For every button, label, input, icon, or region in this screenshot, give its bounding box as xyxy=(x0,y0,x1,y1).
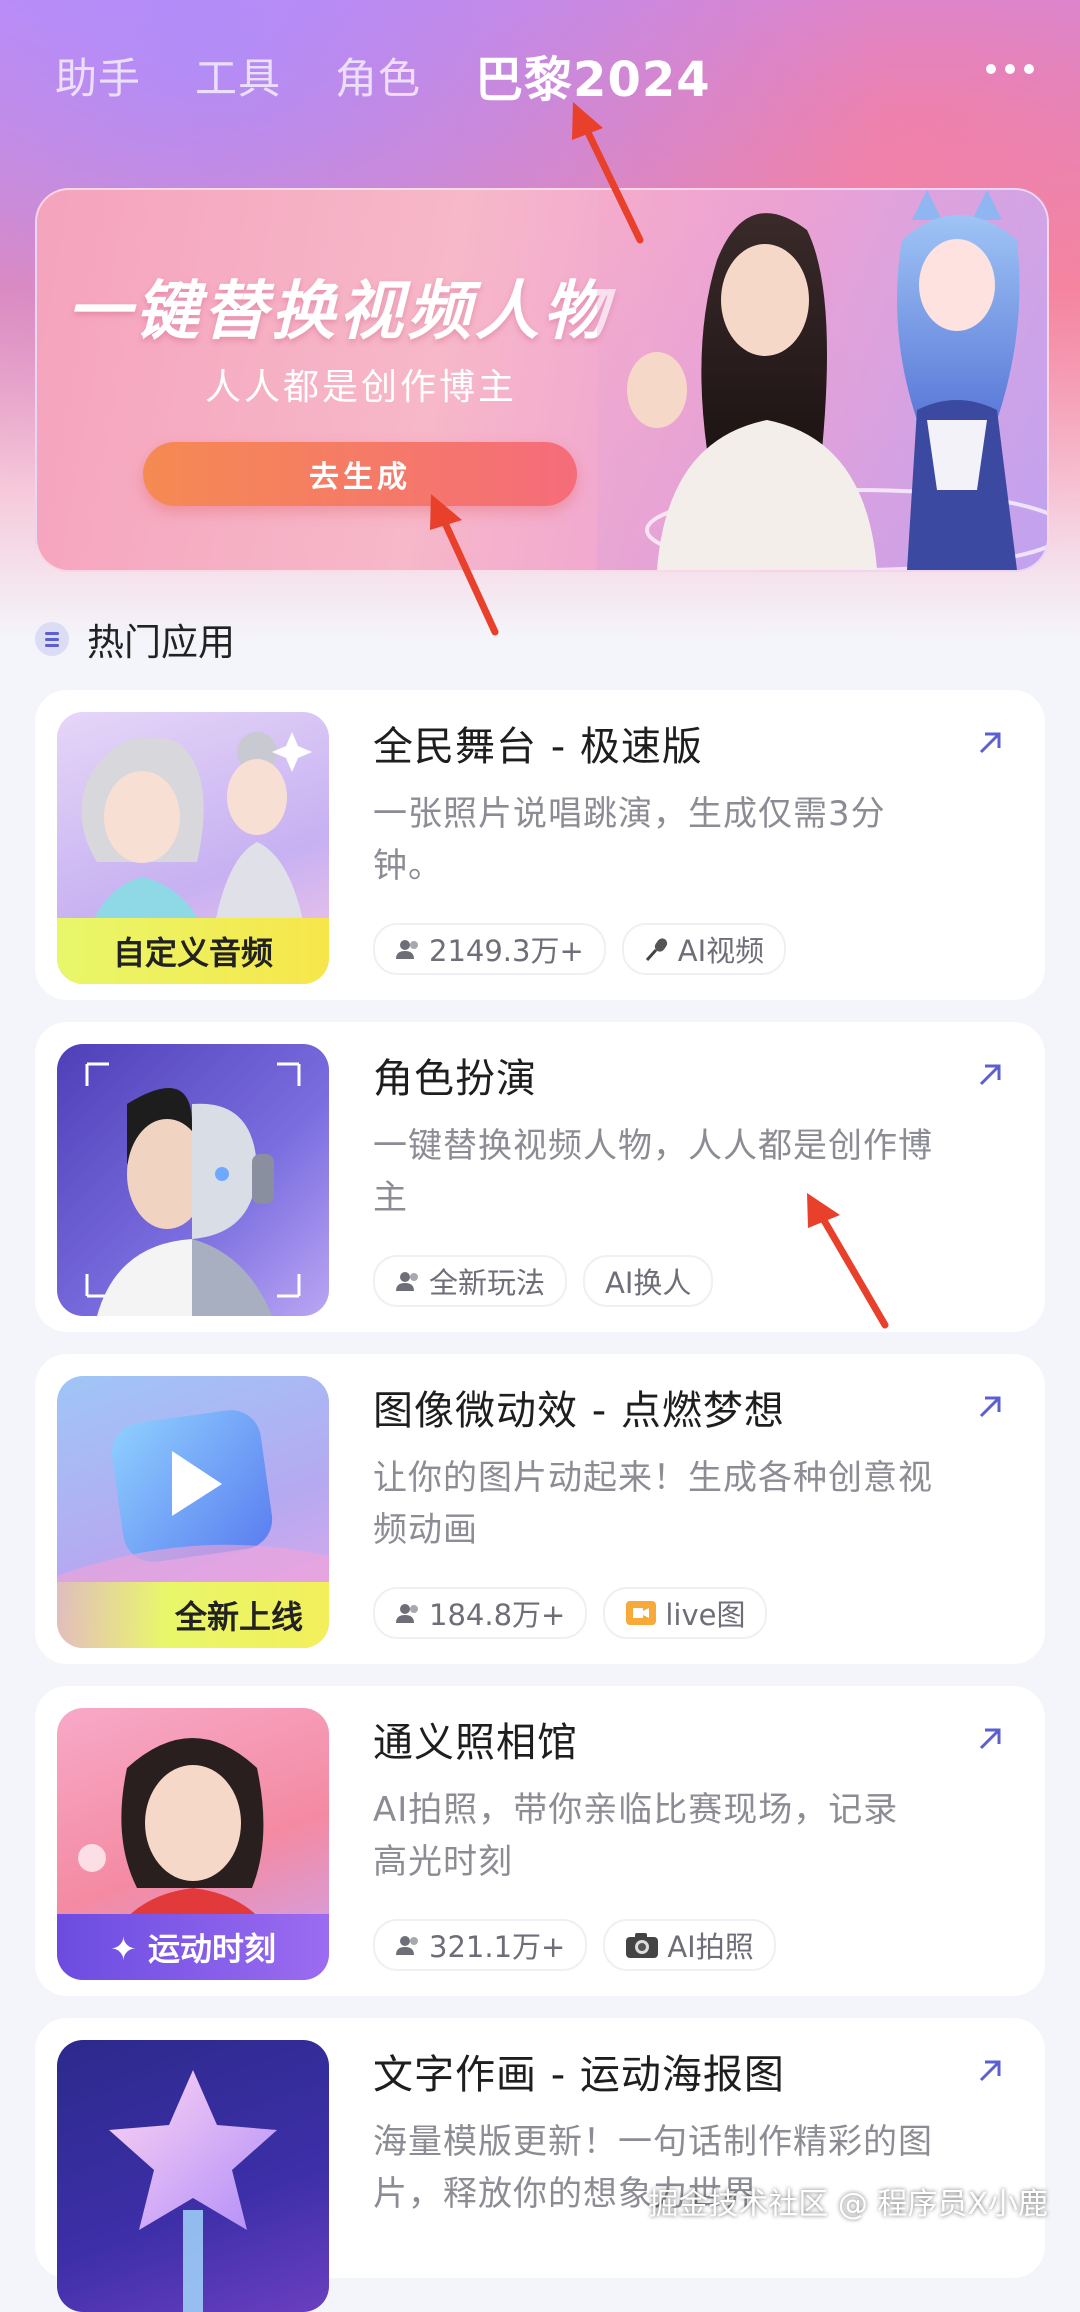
category-pill: AI视频 xyxy=(621,923,787,975)
app-title: 全民舞台 - 极速版 xyxy=(373,724,703,770)
camera-icon xyxy=(625,1931,659,1959)
section-title: 热门应用 xyxy=(87,621,235,664)
pill-text: AI换人 xyxy=(605,1266,692,1300)
app-thumbnail: ✦ 运动时刻 xyxy=(57,1708,329,1980)
list-icon xyxy=(35,622,69,656)
banner-subtitle: 人人都是创作博主 xyxy=(205,367,518,408)
open-arrow-icon[interactable] xyxy=(973,1390,1007,1424)
app-description: 一键替换视频人物，人人都是创作博主 xyxy=(373,1126,933,1218)
video-camera-icon xyxy=(625,1599,657,1627)
generate-button[interactable]: 去生成 xyxy=(143,442,577,506)
open-arrow-icon[interactable] xyxy=(973,726,1007,760)
tab-tools[interactable]: 工具 xyxy=(195,45,281,106)
app-description: 让你的图片动起来！生成各种创意视频动画 xyxy=(373,1458,933,1550)
top-tab-bar: 助手 工具 角色 巴黎2024 xyxy=(55,40,765,110)
users-icon xyxy=(395,1602,421,1624)
app-title: 通义照相馆 xyxy=(373,1720,578,1766)
app-thumbnail xyxy=(57,2040,329,2312)
app-thumbnail: 全新上线 xyxy=(57,1376,329,1648)
hot-apps-header: 热门应用 xyxy=(35,612,235,666)
more-icon[interactable] xyxy=(986,64,1034,74)
banner-illustration xyxy=(597,190,1047,570)
tab-roles[interactable]: 角色 xyxy=(335,45,421,106)
pill-text: AI拍照 xyxy=(667,1930,754,1964)
watermark: 掘金技术社区 @ 程序员X小鹿 xyxy=(648,2187,1048,2222)
app-title: 图像微动效 - 点燃梦想 xyxy=(373,1388,785,1434)
pill-text: 184.8万+ xyxy=(429,1598,566,1632)
app-thumbnail: 自定义音频 xyxy=(57,712,329,984)
feature-pill: 全新玩法 xyxy=(373,1255,568,1307)
thumb-tag: 自定义音频 xyxy=(57,918,329,984)
pill-text: live图 xyxy=(665,1598,746,1632)
banner-title: 一键替换视频人物 xyxy=(67,275,611,349)
app-card-text-to-image[interactable]: 文字作画 - 运动海报图 海量模版更新！一句话制作精彩的图片，释放你的想象力世界 xyxy=(35,2018,1045,2312)
tab-assistant[interactable]: 助手 xyxy=(55,45,141,106)
pill-text: AI视频 xyxy=(677,934,765,968)
usage-count-pill: 184.8万+ xyxy=(373,1587,588,1639)
app-title: 角色扮演 xyxy=(373,1056,537,1102)
app-title: 文字作画 - 运动海报图 xyxy=(373,2052,785,2098)
tab-paris-2024[interactable]: 巴黎2024 xyxy=(475,40,711,110)
app-card-image-motion[interactable]: 全新上线 图像微动效 - 点燃梦想 让你的图片动起来！生成各种创意视频动画 18… xyxy=(35,1354,1045,1664)
app-description: AI拍照，带你亲临比赛现场，记录高光时刻 xyxy=(373,1790,899,1882)
app-card-dance-stage[interactable]: 自定义音频 全民舞台 - 极速版 一张照片说唱跳演，生成仅需3分钟。 2149.… xyxy=(35,690,1045,1000)
users-icon xyxy=(395,938,421,960)
pill-text: 2149.3万+ xyxy=(429,934,584,968)
usage-count-pill: 321.1万+ xyxy=(373,1919,588,1971)
open-arrow-icon[interactable] xyxy=(973,1722,1007,1756)
pill-text: 321.1万+ xyxy=(429,1930,566,1964)
category-pill: AI换人 xyxy=(583,1255,714,1307)
category-pill: live图 xyxy=(603,1587,768,1639)
app-description: 一张照片说唱跳演，生成仅需3分钟。 xyxy=(373,794,886,886)
users-icon xyxy=(395,1934,421,1956)
open-arrow-icon[interactable] xyxy=(973,2054,1007,2088)
app-card-photo-studio[interactable]: ✦ 运动时刻 通义照相馆 AI拍照，带你亲临比赛现场，记录高光时刻 321.1万… xyxy=(35,1686,1045,1996)
thumb-tag: 全新上线 xyxy=(57,1582,329,1648)
open-arrow-icon[interactable] xyxy=(973,1058,1007,1092)
usage-count-pill: 2149.3万+ xyxy=(373,923,606,975)
microphone-icon xyxy=(644,936,670,962)
thumb-tag: ✦ 运动时刻 xyxy=(57,1914,329,1980)
users-icon xyxy=(395,1270,421,1292)
promo-banner[interactable]: 一键替换视频人物 人人都是创作博主 去生成 xyxy=(35,188,1049,572)
app-card-role-play[interactable]: 角色扮演 一键替换视频人物，人人都是创作博主 全新玩法 AI换人 xyxy=(35,1022,1045,1332)
app-thumbnail xyxy=(57,1044,329,1316)
category-pill: AI拍照 xyxy=(603,1919,776,1971)
pill-text: 全新玩法 xyxy=(429,1266,546,1300)
